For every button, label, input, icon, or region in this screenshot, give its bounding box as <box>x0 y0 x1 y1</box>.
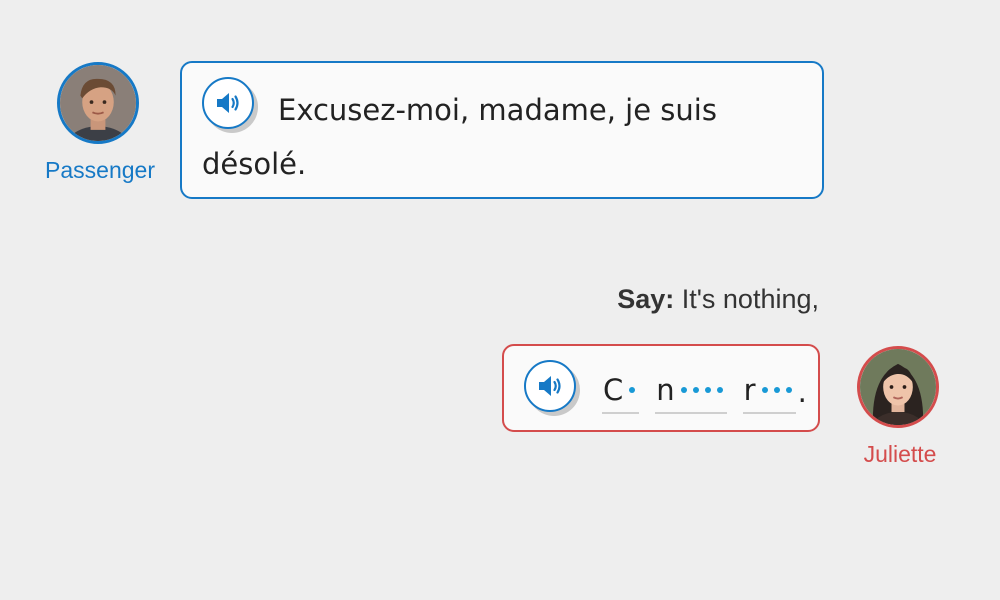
juliette-name: Juliette <box>863 441 937 467</box>
speaker-icon <box>539 376 561 396</box>
say-label: Say: <box>617 284 675 314</box>
dot-placeholder <box>680 387 687 393</box>
blank-dots <box>626 387 638 393</box>
answer-punctuation: . <box>797 375 807 409</box>
blank-hint: C <box>603 373 624 407</box>
blank-dots <box>759 387 795 393</box>
passenger-line: Excusez-moi, madame, je suis désolé. <box>202 83 762 191</box>
passenger-name: Passenger <box>45 157 155 183</box>
blank-hint: n <box>656 373 675 407</box>
answer-blanks: C n r . <box>602 368 807 414</box>
blank-dots <box>678 387 726 393</box>
juliette-avatar <box>857 346 939 428</box>
dot-placeholder <box>716 387 723 393</box>
answer-blank-2[interactable]: n <box>655 368 727 414</box>
juliette-answer-bubble: C n r . <box>502 344 820 432</box>
dot-placeholder <box>704 387 711 393</box>
say-prompt: Say: It's nothing, <box>617 284 819 315</box>
passenger-line-text: Excusez-moi, madame, je suis désolé. <box>202 93 717 181</box>
passenger-avatar <box>57 62 139 144</box>
dot-placeholder <box>761 387 768 393</box>
dialogue-stage: Passenger Excusez-moi, madame, je suis d… <box>0 0 1000 600</box>
say-text: It's nothing, <box>681 284 819 314</box>
dot-placeholder <box>629 387 636 393</box>
dot-placeholder <box>692 387 699 393</box>
answer-blank-3[interactable]: r <box>742 368 796 414</box>
answer-blank-1[interactable]: C <box>602 368 640 414</box>
juliette-play-audio-button[interactable] <box>524 360 576 412</box>
dot-placeholder <box>773 387 780 393</box>
passenger-speech-bubble: Excusez-moi, madame, je suis désolé. <box>180 61 824 199</box>
blank-hint: r <box>743 373 756 407</box>
dot-placeholder <box>785 387 792 393</box>
